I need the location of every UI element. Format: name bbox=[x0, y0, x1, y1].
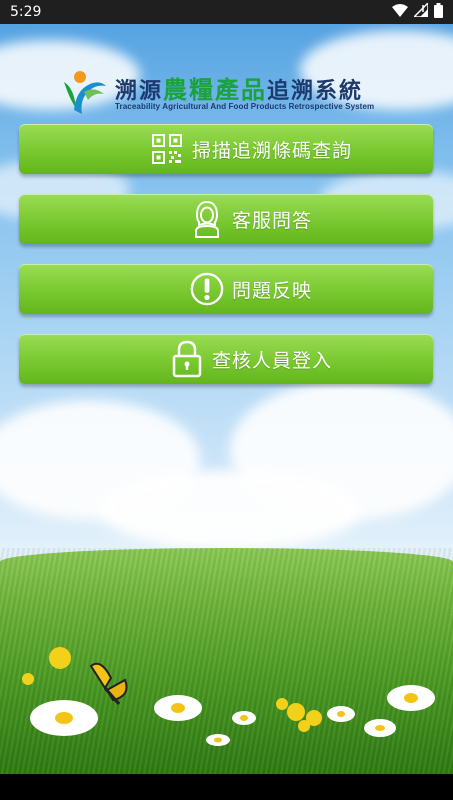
daisy-flower bbox=[327, 706, 355, 722]
customer-service-icon bbox=[190, 200, 224, 238]
inspector-login-button[interactable]: 查核人員登入 bbox=[19, 334, 433, 384]
app-logo-icon bbox=[60, 70, 108, 116]
title-part-3: 追溯系統 bbox=[267, 79, 364, 104]
scan-barcode-label: 掃描追溯條碼查詢 bbox=[191, 139, 352, 162]
main-menu: 掃描追溯條碼查詢 客服問答 問題反映 查核人員登入 bbox=[19, 124, 433, 404]
navigation-bar bbox=[0, 774, 453, 800]
app-title: 溯源 農糧產品 追溯系統 bbox=[115, 70, 363, 105]
flowers-decoration bbox=[22, 647, 435, 746]
yellow-flower bbox=[287, 703, 305, 721]
exclamation-icon bbox=[190, 270, 224, 308]
daisy-flower bbox=[387, 685, 435, 711]
lock-icon bbox=[170, 340, 204, 378]
wifi-icon bbox=[392, 3, 408, 21]
title-part-1: 溯源 bbox=[115, 79, 164, 104]
yellow-flower bbox=[276, 698, 288, 710]
butterfly bbox=[89, 662, 128, 705]
yellow-flower bbox=[49, 647, 71, 669]
daisy-flower bbox=[154, 695, 202, 721]
scan-barcode-button[interactable]: 掃描追溯條碼查詢 bbox=[19, 124, 433, 174]
customer-service-button[interactable]: 客服問答 bbox=[19, 194, 433, 244]
qr-code-icon bbox=[150, 130, 184, 168]
daisy-flower bbox=[232, 711, 256, 725]
yellow-flower bbox=[298, 720, 310, 732]
inspector-login-label: 查核人員登入 bbox=[211, 349, 332, 372]
app-header: 溯源 農糧產品 追溯系統 Traceability Agricultural A… bbox=[60, 68, 420, 118]
daisy-flower bbox=[206, 734, 230, 746]
report-issue-button[interactable]: 問題反映 bbox=[19, 264, 433, 314]
signal-icon bbox=[412, 1, 429, 21]
title-part-2: 農糧產品 bbox=[163, 76, 268, 104]
status-time: 5:29 bbox=[10, 4, 42, 20]
customer-service-label: 客服問答 bbox=[231, 209, 312, 232]
battery-icon bbox=[434, 2, 443, 22]
yellow-flower bbox=[22, 673, 34, 685]
app-subtitle: Traceability Agricultural And Food Produ… bbox=[115, 102, 375, 111]
background-cloud bbox=[100, 470, 360, 550]
app-screen: 5:29 溯源 農糧產品 追溯系統 Traceability Agricultu… bbox=[0, 0, 453, 800]
status-bar: 5:29 bbox=[0, 0, 453, 24]
report-issue-label: 問題反映 bbox=[231, 279, 312, 302]
daisy-flower bbox=[364, 719, 396, 737]
daisy-flower bbox=[30, 700, 98, 736]
